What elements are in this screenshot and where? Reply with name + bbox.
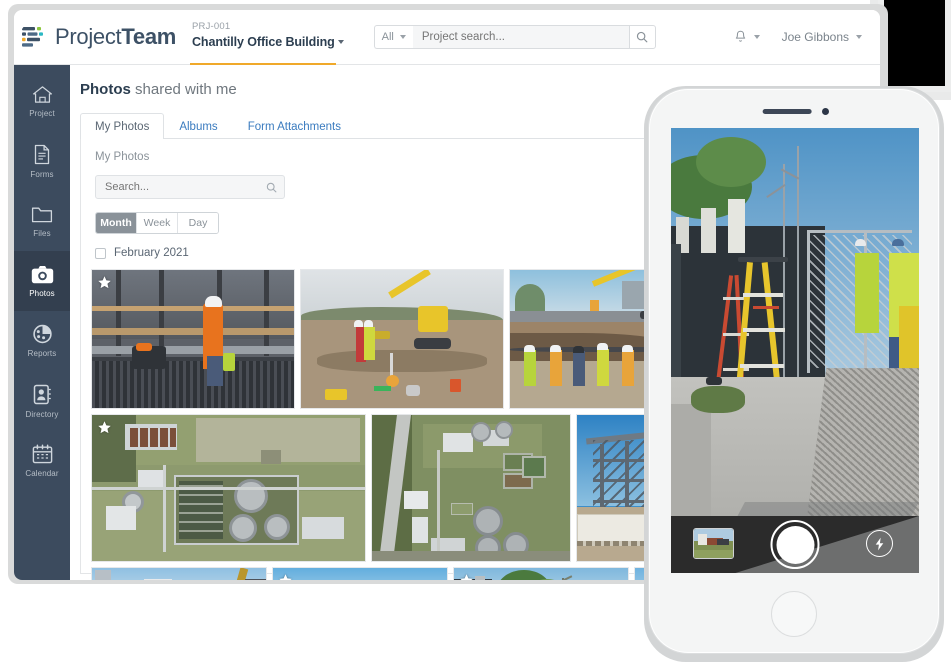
photo-thumb-fence-trees-spring[interactable] (453, 567, 629, 580)
view-option-week[interactable]: Week (136, 213, 177, 233)
photo-grid (91, 269, 691, 580)
star-icon (97, 275, 112, 290)
tab-form-attachments[interactable]: Form Attachments (233, 113, 356, 139)
flash-bolt-icon (873, 537, 886, 551)
page-title-bold: Photos (80, 81, 131, 98)
brand-logo[interactable]: ProjectTeam (14, 24, 190, 50)
top-bar-right: Joe Gibbons (734, 30, 880, 44)
sidebar-item-forms[interactable]: Forms (14, 131, 70, 191)
sidebar-item-photos[interactable]: Photos (14, 251, 70, 311)
caret-down-icon (338, 40, 344, 44)
view-range-toggle: Month Week Day (95, 212, 219, 234)
user-name-label: Joe Gibbons (782, 30, 849, 44)
global-search: All (374, 25, 656, 49)
project-selector[interactable]: PRJ-001 Chantilly Office Building (190, 10, 344, 65)
document-icon (33, 144, 51, 165)
caret-down-icon (856, 35, 862, 39)
caret-down-icon (754, 35, 760, 39)
star-icon (97, 420, 112, 435)
top-bar: ProjectTeam PRJ-001 Chantilly Office Bui… (14, 10, 880, 65)
phone-screen (671, 128, 919, 573)
brand-name-bold: Team (121, 24, 176, 49)
photo-thumb-excavator-trench-survey[interactable] (300, 269, 504, 409)
tab-albums[interactable]: Albums (164, 113, 232, 139)
front-camera-dot-icon (822, 108, 829, 115)
sidebar-item-project[interactable]: Project (14, 71, 70, 131)
sidebar-item-label: Photos (29, 289, 55, 298)
tab-my-photos[interactable]: My Photos (80, 113, 164, 139)
phone-device (648, 88, 940, 654)
view-option-day[interactable]: Day (177, 213, 218, 233)
brand-name-light: Project (55, 24, 121, 49)
photo-row (91, 567, 691, 580)
sidebar-item-label: Calendar (25, 469, 58, 478)
photo-thumb-campus-demolition-arm[interactable] (91, 567, 267, 580)
sidebar-item-reports[interactable]: Reports (14, 311, 70, 371)
search-icon (266, 182, 277, 193)
secondary-device-edge (878, 0, 951, 92)
search-input[interactable] (413, 25, 629, 49)
speaker-grille-icon (763, 109, 812, 114)
photo-thumb-open-sky-bare-tree[interactable] (272, 567, 448, 580)
project-code: PRJ-001 (192, 10, 344, 32)
shutter-button[interactable] (771, 520, 820, 569)
photo-thumb-aerial-treatment-plant-wide[interactable] (91, 414, 366, 562)
search-submit-button[interactable] (629, 25, 656, 49)
calendar-icon (32, 444, 53, 464)
home-button-icon[interactable] (771, 591, 817, 637)
bell-icon (734, 30, 747, 44)
search-icon (636, 31, 648, 43)
photo-row (91, 414, 691, 562)
sidebar-item-files[interactable]: Files (14, 191, 70, 251)
chevron-down-icon (400, 35, 406, 39)
phone-photo-ladders-fence-construction-site (671, 128, 919, 573)
project-name: Chantilly Office Building (192, 35, 344, 49)
sidebar-item-calendar[interactable]: Calendar (14, 431, 70, 491)
search-scope-label: All (382, 31, 394, 43)
brand-wordmark: ProjectTeam (55, 24, 176, 50)
contact-icon (33, 384, 52, 405)
star-icon (278, 573, 293, 580)
sidebar-item-label: Project (29, 109, 55, 118)
page-title-rest: shared with me (131, 81, 237, 98)
flash-toggle-button[interactable] (866, 530, 893, 557)
user-menu[interactable]: Joe Gibbons (782, 30, 862, 44)
sidebar-item-directory[interactable]: Directory (14, 371, 70, 431)
camera-icon (31, 265, 54, 284)
notifications-menu[interactable] (734, 30, 760, 44)
chart-pie-icon (31, 324, 54, 344)
camera-control-bar (671, 516, 919, 573)
sidebar-item-label: Forms (30, 170, 53, 179)
sidebar-nav: Project Forms Files (14, 65, 70, 580)
photo-search-input[interactable] (105, 181, 266, 193)
group-label: February 2021 (114, 247, 189, 259)
projectteam-logo-mark-icon (22, 26, 48, 48)
folder-icon (31, 205, 53, 224)
view-option-month[interactable]: Month (96, 213, 136, 233)
last-photo-thumbnail[interactable] (693, 528, 734, 559)
photo-thumb-steel-framing-concrete-pour[interactable] (91, 269, 295, 409)
sidebar-item-label: Reports (28, 349, 57, 358)
screenshot-stage: ProjectTeam PRJ-001 Chantilly Office Bui… (0, 0, 951, 666)
sidebar-item-label: Directory (26, 410, 59, 419)
search-scope-select[interactable]: All (374, 25, 413, 49)
photo-row (91, 269, 691, 409)
home-icon (32, 85, 53, 104)
photo-thumb-aerial-treatment-plant-road[interactable] (371, 414, 571, 562)
sidebar-item-label: Files (33, 229, 50, 238)
star-icon (459, 573, 474, 580)
group-select-checkbox[interactable] (95, 248, 106, 259)
photo-search[interactable] (95, 175, 285, 199)
